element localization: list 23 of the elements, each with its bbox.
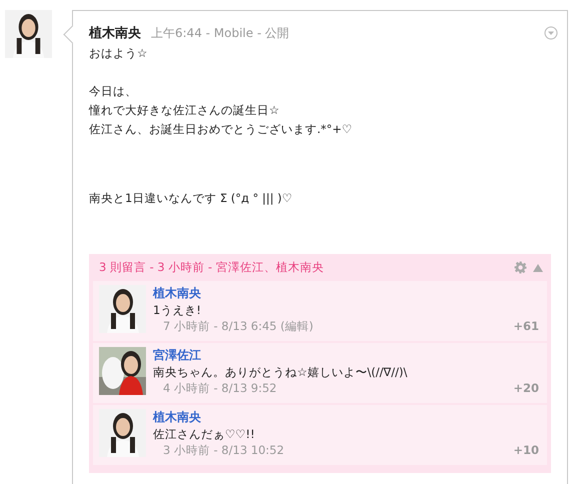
plus-count[interactable]: +61 xyxy=(513,319,539,334)
post-line: 佐江さん、お誕生日おめでとうございます.*°+♡ xyxy=(89,121,352,138)
post-line: 南央と1日違いなんです Σ (°д ° ||| )♡ xyxy=(89,190,292,207)
post-line: 今日は、 xyxy=(89,83,137,100)
plus-count[interactable]: +20 xyxy=(513,381,539,396)
post-meta: 上午6:44 - Mobile - 公開 xyxy=(151,25,290,42)
comment-text: 佐江さんだぁ♡♡!! xyxy=(153,427,256,442)
collapse-icon[interactable] xyxy=(533,264,543,272)
comment-meta: 7 小時前 - 8/13 6:45 (編輯) xyxy=(163,319,314,334)
post-line: おはよう☆ xyxy=(89,45,148,62)
comment-author[interactable]: 植木南央 xyxy=(153,285,201,302)
comment-text: 1うえき! xyxy=(153,303,202,318)
comment-meta: 3 小時前 - 8/13 10:52 xyxy=(163,443,284,458)
comments-summary[interactable]: 3 則留言 - 3 小時前 - 宮澤佐江、植木南央 xyxy=(99,260,324,275)
comment-author[interactable]: 宮澤佐江 xyxy=(153,347,201,364)
comment-author[interactable]: 植木南央 xyxy=(153,409,201,426)
settings-icon[interactable] xyxy=(514,261,527,274)
dropdown-icon[interactable] xyxy=(544,26,558,40)
comment-text: 南央ちゃん。ありがとうね☆嬉しいよ〜\(//∇//)\ xyxy=(153,365,408,380)
post-line: 憧れで大好きな佐江さんの誕生日☆ xyxy=(89,102,280,119)
plus-count[interactable]: +10 xyxy=(513,443,539,458)
author-name: 植木南央 xyxy=(89,25,141,42)
comment-meta: 4 小時前 - 8/13 9:52 xyxy=(163,381,277,396)
